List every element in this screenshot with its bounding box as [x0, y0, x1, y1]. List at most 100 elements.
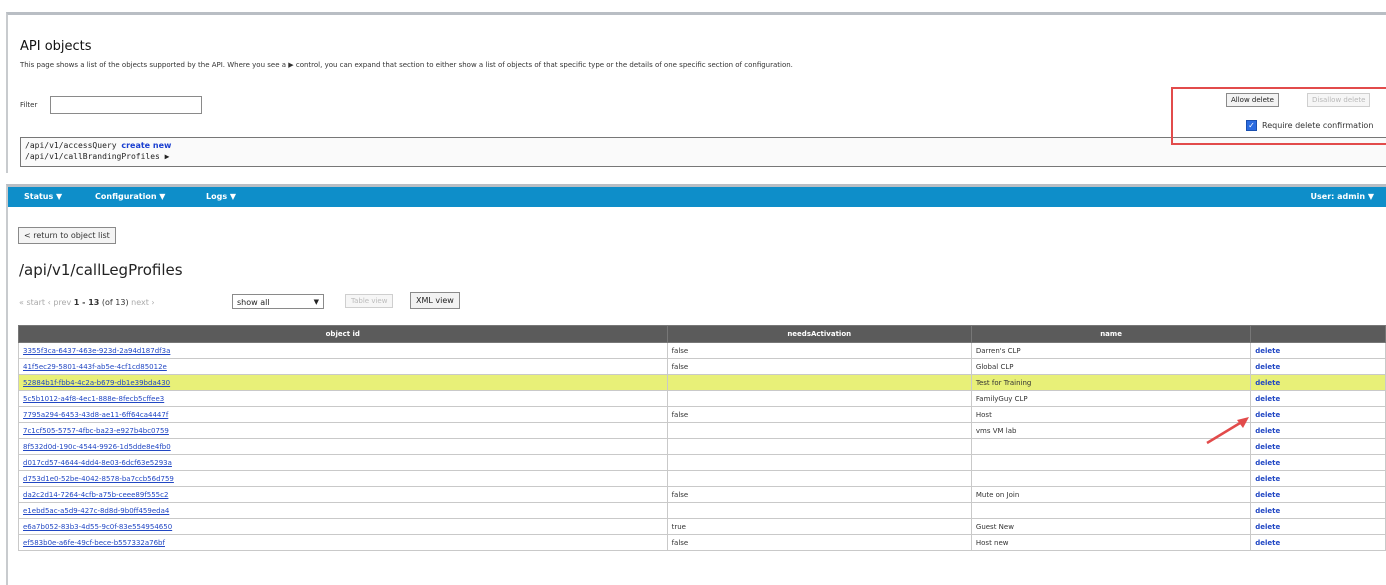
object-id-cell: 7c1cf505-5757-4fbc-ba23-e927b4bc0759 [18, 422, 668, 439]
table-header-row: object id needsActivation name [18, 325, 1386, 343]
return-to-object-list-button[interactable]: < return to object list [18, 227, 116, 244]
object-id-link[interactable]: 8f532d0d-190c-4544-9926-1d5dde8e4fb0 [23, 443, 171, 451]
object-id-link[interactable]: 7795a294-6453-43d8-ae11-6ff64ca4447f [23, 411, 168, 419]
delete-link[interactable]: delete [1250, 390, 1386, 407]
api-path-item: /api/v1/callBrandingProfiles ▶ [25, 151, 1385, 162]
pagination: « start ‹ prev 1 - 13 (of 13) next › [19, 298, 155, 307]
needs-activation-cell [666, 438, 972, 455]
nav-logs[interactable]: Logs ▼ [206, 192, 236, 201]
table-row: 41f5ec29-5801-443f-ab5e-4cf1cd85012e fals… [18, 358, 1386, 375]
delete-link[interactable]: delete [1250, 454, 1386, 471]
delete-link[interactable]: delete [1250, 486, 1386, 503]
object-id-cell: 52884b1f-fbb4-4c2a-b679-db1e39bda430 [18, 374, 668, 391]
api-path[interactable]: /api/v1/callBrandingProfiles ▶ [25, 152, 170, 161]
column-header: needsActivation [666, 325, 972, 343]
nav-user-menu[interactable]: User: admin ▼ [1311, 192, 1374, 201]
name-cell [970, 470, 1252, 487]
needs-activation-cell [666, 454, 972, 471]
needs-activation-cell [666, 390, 972, 407]
column-header [1250, 325, 1386, 343]
object-page-title: /api/v1/callLegProfiles [19, 261, 183, 279]
api-path[interactable]: /api/v1/accessQuery [25, 141, 117, 150]
table-row: 8f532d0d-190c-4544-9926-1d5dde8e4fb0 dele… [18, 438, 1386, 455]
object-id-link[interactable]: e1ebd5ac-a5d9-427c-8d8d-9b0ff459eda4 [23, 507, 169, 515]
name-cell: FamilyGuy CLP [970, 390, 1252, 407]
nav-status[interactable]: Status ▼ [24, 192, 62, 201]
pager-count: (of 13) [101, 298, 129, 307]
object-id-link[interactable]: e6a7b052-83b3-4d55-9c0f-83e554954650 [23, 523, 172, 531]
object-id-cell: d753d1e0-52be-4042-8578-ba7ccb56d759 [18, 470, 668, 487]
table-view-button[interactable]: Table view [345, 294, 394, 308]
table-row: d753d1e0-52be-4042-8578-ba7ccb56d759 dele… [18, 470, 1386, 487]
object-id-link[interactable]: da2c2d14-7264-4cfb-a75b-ceee89f555c2 [23, 491, 168, 499]
needs-activation-cell: true [666, 518, 972, 535]
object-id-link[interactable]: 41f5ec29-5801-443f-ab5e-4cf1cd85012e [23, 363, 167, 371]
object-id-link[interactable]: ef583b0e-a6fe-49cf-bece-b557332a76bf [23, 539, 165, 547]
chevron-down-icon: ▼ [313, 298, 319, 306]
object-id-link[interactable]: 3355f3ca-6437-463e-923d-2a94d187df3a [23, 347, 170, 355]
object-id-link[interactable]: d753d1e0-52be-4042-8578-ba7ccb56d759 [23, 475, 174, 483]
delete-link[interactable]: delete [1250, 358, 1386, 375]
object-list-panel: Status ▼ Configuration ▼ Logs ▼ User: ad… [6, 184, 1386, 585]
name-cell: Global CLP [970, 358, 1252, 375]
needs-activation-cell [666, 502, 972, 519]
table-row: ef583b0e-a6fe-49cf-bece-b557332a76bf fals… [18, 534, 1386, 551]
page-size-value: show all [237, 298, 270, 307]
objects-table: object id needsActivation name 3355f3ca-… [18, 325, 1386, 551]
object-id-link[interactable]: 5c5b1012-a4f8-4ec1-888e-8fecb5cffee3 [23, 395, 164, 403]
require-confirmation-checkbox[interactable]: ✓ [1246, 120, 1257, 131]
delete-link[interactable]: delete [1250, 342, 1386, 359]
xml-view-button[interactable]: XML view [410, 292, 460, 309]
name-cell [970, 454, 1252, 471]
object-id-cell: da2c2d14-7264-4cfb-a75b-ceee89f555c2 [18, 486, 668, 503]
needs-activation-cell: false [666, 486, 972, 503]
needs-activation-cell [666, 470, 972, 487]
table-row: 3355f3ca-6437-463e-923d-2a94d187df3a fals… [18, 342, 1386, 359]
object-id-cell: d017cd57-4644-4dd4-8e03-6dcf63e5293a [18, 454, 668, 471]
name-cell: Darren's CLP [970, 342, 1252, 359]
allow-delete-button[interactable]: Allow delete [1226, 93, 1279, 107]
object-id-cell: e1ebd5ac-a5d9-427c-8d8d-9b0ff459eda4 [18, 502, 668, 519]
create-new-link[interactable]: create new [121, 141, 171, 150]
needs-activation-cell [666, 422, 972, 439]
disallow-delete-button[interactable]: Disallow delete [1307, 93, 1371, 107]
name-cell: Test for Training [970, 374, 1252, 391]
delete-link[interactable]: delete [1250, 422, 1386, 439]
needs-activation-cell: false [666, 358, 972, 375]
pager-start[interactable]: « start [19, 298, 45, 307]
object-id-link[interactable]: d017cd57-4644-4dd4-8e03-6dcf63e5293a [23, 459, 172, 467]
pager-next[interactable]: next › [131, 298, 154, 307]
object-id-cell: 7795a294-6453-43d8-ae11-6ff64ca4447f [18, 406, 668, 423]
api-objects-panel: API objects This page shows a list of th… [6, 12, 1386, 173]
table-row: 5c5b1012-a4f8-4ec1-888e-8fecb5cffee3 Fami… [18, 390, 1386, 407]
table-row: e6a7b052-83b3-4d55-9c0f-83e554954650 true… [18, 518, 1386, 535]
name-cell: Mute on Join [970, 486, 1252, 503]
object-id-cell: 8f532d0d-190c-4544-9926-1d5dde8e4fb0 [18, 438, 668, 455]
delete-link[interactable]: delete [1250, 518, 1386, 535]
top-navbar: Status ▼ Configuration ▼ Logs ▼ User: ad… [8, 187, 1386, 207]
needs-activation-cell [666, 374, 972, 391]
table-row: da2c2d14-7264-4cfb-a75b-ceee89f555c2 fals… [18, 486, 1386, 503]
delete-link[interactable]: delete [1250, 374, 1386, 391]
table-row: 7795a294-6453-43d8-ae11-6ff64ca4447f fals… [18, 406, 1386, 423]
delete-link[interactable]: delete [1250, 406, 1386, 423]
table-row: 52884b1f-fbb4-4c2a-b679-db1e39bda430 Test… [18, 374, 1386, 391]
delete-link[interactable]: delete [1250, 438, 1386, 455]
page-size-select[interactable]: show all ▼ [232, 294, 324, 309]
pager-range: 1 - 13 [73, 298, 100, 307]
object-id-cell: 41f5ec29-5801-443f-ab5e-4cf1cd85012e [18, 358, 668, 375]
object-id-link[interactable]: 52884b1f-fbb4-4c2a-b679-db1e39bda430 [23, 379, 170, 387]
object-id-cell: ef583b0e-a6fe-49cf-bece-b557332a76bf [18, 534, 668, 551]
filter-input[interactable] [50, 96, 202, 114]
delete-link[interactable]: delete [1250, 534, 1386, 551]
nav-configuration[interactable]: Configuration ▼ [95, 192, 165, 201]
name-cell: Guest New [970, 518, 1252, 535]
object-id-link[interactable]: 7c1cf505-5757-4fbc-ba23-e927b4bc0759 [23, 427, 169, 435]
delete-link[interactable]: delete [1250, 470, 1386, 487]
annotation-arrow-icon [1206, 417, 1249, 445]
name-cell: Host new [970, 534, 1252, 551]
require-confirmation-row: ✓ Require delete confirmation [1246, 120, 1373, 131]
needs-activation-cell: false [666, 534, 972, 551]
pager-prev[interactable]: ‹ prev [48, 298, 72, 307]
delete-link[interactable]: delete [1250, 502, 1386, 519]
